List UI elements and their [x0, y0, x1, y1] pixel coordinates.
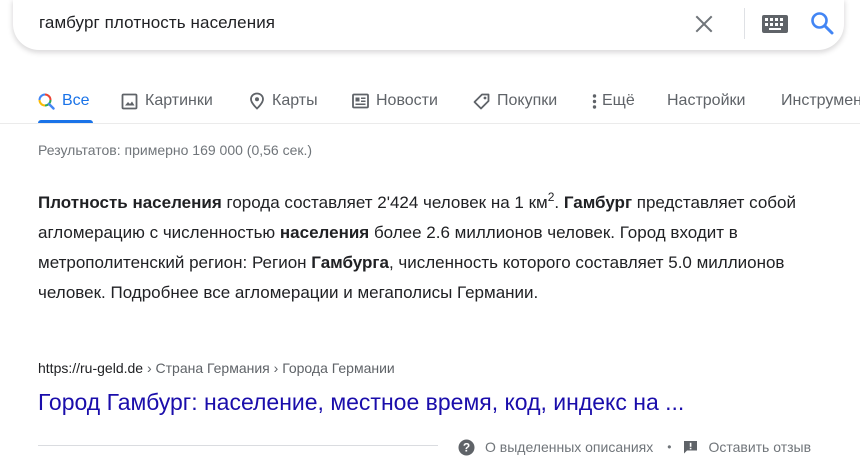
tab-shopping[interactable]: Покупки	[473, 86, 557, 116]
result-url[interactable]: https://ru-geld.de › Страна Германия › Г…	[38, 360, 395, 376]
tab-tools[interactable]: Инструменты	[781, 86, 860, 116]
featured-snippet-text: Плотность населения города составляет 2'…	[38, 188, 808, 308]
snippet-text: .	[554, 193, 564, 212]
search-input[interactable]: гамбург плотность населения	[39, 13, 275, 33]
tab-label: Новости	[376, 92, 438, 109]
image-icon	[121, 93, 138, 109]
tab-label: Ещё	[602, 92, 635, 109]
snippet-footer: ? О выделенных описаниях • Оставить отзы…	[458, 437, 811, 457]
feedback-button[interactable]: Оставить отзыв	[683, 439, 811, 455]
more-vert-icon	[592, 93, 597, 109]
result-breadcrumbs: › Страна Германия › Города Германии	[143, 360, 395, 376]
keyboard-icon[interactable]	[762, 15, 788, 33]
snippet-text: города составляет 2'424 человек на 1 км	[221, 193, 548, 212]
result-url-domain: https://ru-geld.de	[38, 360, 144, 376]
result-title-link[interactable]: Город Гамбург: население, местное время,…	[38, 389, 684, 416]
feedback-icon	[684, 440, 698, 453]
tab-settings[interactable]: Настройки	[667, 86, 745, 116]
tab-label: Картинки	[145, 92, 213, 109]
snippet-bold: населения	[279, 223, 370, 242]
tab-news[interactable]: Новости	[352, 86, 438, 116]
search-results-page: гамбург плотность населения Все Картинки…	[0, 0, 860, 465]
news-icon	[352, 93, 369, 109]
tab-all[interactable]: Все	[38, 86, 90, 116]
map-pin-icon	[250, 92, 264, 110]
tab-maps[interactable]: Карты	[249, 86, 318, 116]
snippet-footer-divider	[38, 445, 438, 446]
tab-images[interactable]: Картинки	[121, 86, 213, 116]
snippet-bold: Гамбург	[563, 193, 633, 212]
tabs-divider	[0, 123, 860, 124]
about-featured-snippets-button[interactable]: ? О выделенных описаниях	[458, 439, 653, 456]
divider	[744, 8, 745, 39]
tab-label: Покупки	[497, 92, 558, 109]
tab-label: Настройки	[667, 92, 746, 109]
tab-label: Инструменты	[781, 92, 860, 109]
search-box[interactable]: гамбург плотность населения	[13, 0, 844, 50]
result-stats: Результатов: примерно 169 000 (0,56 сек.…	[38, 142, 313, 158]
tag-icon	[473, 93, 490, 109]
search-tabs: Все Картинки Карты Новости Покупки Ещё Н…	[0, 82, 860, 124]
search-icon[interactable]	[809, 10, 835, 36]
tab-more[interactable]: Ещё	[592, 86, 635, 116]
svg-text:?: ?	[463, 440, 470, 454]
snippet-bold: Плотность населения	[38, 193, 222, 212]
help-icon: ?	[458, 439, 475, 455]
about-label: О выделенных описаниях	[485, 439, 654, 455]
feedback-label: Оставить отзыв	[708, 439, 812, 455]
clear-icon[interactable]	[692, 12, 716, 36]
separator-dot: •	[667, 440, 672, 454]
tab-label: Карты	[272, 92, 318, 109]
snippet-bold: Гамбурга	[311, 253, 389, 272]
google-search-icon	[38, 93, 55, 110]
tab-label: Все	[62, 92, 90, 109]
